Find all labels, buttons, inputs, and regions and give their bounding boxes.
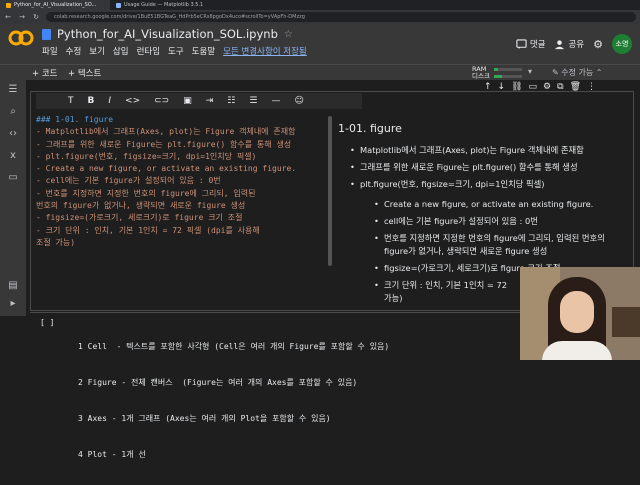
code-line: 2 Figure - 전체 캔버스 (Figure는 여러 개의 Axes를 포… [78,378,358,387]
editor-line: - 번호를 지정하면 지정한 번호의 figure에 그리되, 입력된 [36,188,256,198]
forward-icon[interactable]: → [18,13,26,21]
preview-sub-bullet: 번호를 지정하면 지정한 번호의 figure에 그리되, 입력된 번호의 fi… [338,232,630,258]
webcam-overlay [520,267,640,360]
editor-line: - Create a new figure, or activate an ex… [36,164,297,174]
reload-icon[interactable]: ↻ [32,13,40,21]
menu-file[interactable]: 파일 [42,45,58,57]
colab-logo-icon [8,30,34,46]
settings-icon[interactable]: ⚙ [593,38,603,51]
preview-bullet: Matplotlib에서 그래프(Axes, plot)는 Figure 객체내… [338,144,630,157]
comment-label: 댓글 [529,40,546,50]
terminal-icon[interactable]: ▤ [7,280,19,292]
webcam-presenter-face [560,291,594,333]
menu-view[interactable]: 보기 [89,45,105,57]
matplotlib-favicon-icon [116,2,121,8]
edit-mode-label: 수정 가능 [561,68,594,77]
browser-tab-matplotlib[interactable]: Usage Guide — Matplotlib 3.5.1 [110,0,220,10]
chevron-up-icon: ⌃ [595,68,603,77]
browser-tab-colab[interactable]: Python_for_AI_Visualization_SO... [0,0,110,10]
comment-button[interactable]: 댓글 [516,38,546,50]
variables-icon[interactable]: x [7,150,19,162]
share-label: 공유 [568,40,585,50]
preview-sub-bullet: Create a new figure, or activate an exis… [338,198,630,211]
menu-tools[interactable]: 도구 [168,45,184,57]
comment-icon [516,38,527,49]
files-icon[interactable]: ▭ [7,172,19,184]
webcam-shelf [612,307,640,337]
ram-bar-fill [494,68,499,71]
notebook-toolbar: + 코드 + 텍스트 RAM 디스크 ▾ ✎ 수정 가능 ⌃ [0,64,640,80]
left-sidebar: ☰ ⌕ ‹› x ▭ ▤ ▸ [0,80,26,316]
resource-dropdown-icon[interactable]: ▾ [528,67,532,76]
preview-bullet: plt.figure(번호, figsize=크기, dpi=1인치당 픽셀) [338,178,630,191]
bulleted-list-icon[interactable]: ☰ [249,96,257,106]
markdown-toolbar: T B I <> ⊂⊃ ▣ ⇥ ☷ ☰ — ☺ [36,93,362,109]
editor-scrollbar[interactable] [328,116,332,266]
editor-line: 조절 가능) [36,237,76,247]
share-person-icon [555,39,565,49]
toc-icon[interactable]: ☰ [7,84,19,96]
image-icon[interactable]: ▣ [183,96,192,106]
code-lines: 1 Cell - 텍스트를 포함한 사각형 (Cell은 여러 개의 Figur… [78,317,389,485]
console-icon[interactable]: ▸ [7,298,19,310]
editor-line: - cell에는 기본 figure가 설정되어 있음 : 0번 [36,176,221,186]
editor-line: - plt.figure(번호, figsize=크기, dpi=1인치당 픽셀… [36,151,257,161]
preview-bullet: 그래프를 위한 새로운 Figure는 plt.figure() 함수를 통해 … [338,161,630,174]
preview-sub-bullet: cell에는 기본 figure가 설정되어 있음 : 0번 [338,215,630,228]
ram-bar [494,68,522,71]
browser-tab-label: Python_for_AI_Visualization_SO... [14,2,97,8]
share-button[interactable]: 공유 [554,38,584,50]
bold-icon[interactable]: B [88,96,95,106]
drive-file-icon [42,28,51,40]
menu-help[interactable]: 도움말 [192,45,215,57]
editor-line: - figsize=(가로크기, 세로크기)로 figure 크기 조절 [36,213,243,223]
editor-line: 번호의 figure가 없거나, 생략되면 새로운 figure 생성 [36,201,246,211]
save-status-link[interactable]: 모든 변경사항이 저장됨 [223,45,307,57]
italic-icon[interactable]: I [108,96,111,106]
code-line: 1 Cell - 텍스트를 포함한 사각형 (Cell은 여러 개의 Figur… [78,342,390,351]
menu-edit[interactable]: 수정 [66,45,82,57]
code-icon[interactable]: <> [125,96,140,106]
editor-line: - 그래프를 위한 새로운 Figure는 plt.figure() 함수를 통… [36,139,292,149]
code-snippet-icon[interactable]: ‹› [7,128,19,140]
numbered-list-icon[interactable]: ☷ [227,96,235,106]
add-text-button[interactable]: + 텍스트 [68,67,101,79]
edit-mode-button[interactable]: ✎ 수정 가능 ⌃ [552,67,602,78]
avatar[interactable]: 소영 [612,34,632,54]
url-field[interactable]: colab.research.google.com/drive/1BuE51BG… [46,12,636,22]
address-bar: ← → ↻ colab.research.google.com/drive/1B… [0,10,640,24]
link-insert-icon[interactable]: ⊂⊃ [154,96,169,106]
back-icon[interactable]: ← [4,13,12,21]
browser-tab-label: Usage Guide — Matplotlib 3.5.1 [124,2,204,8]
disk-label: 디스크 [472,72,490,80]
code-line: 4 Plot - 1개 선 [78,450,146,459]
disk-bar [494,75,522,78]
preview-heading: 1-01. figure [338,122,402,135]
add-code-button[interactable]: + 코드 [32,67,57,79]
browser-tab-strip: Python_for_AI_Visualization_SO... Usage … [0,0,640,10]
pencil-icon: ✎ [552,68,559,77]
menu-insert[interactable]: 삽입 [113,45,129,57]
search-icon[interactable]: ⌕ [7,106,19,118]
horizontal-rule-icon[interactable]: — [271,96,280,106]
editor-line: - 크기 단위 : 인치, 기본 1인치 = 72 픽셀 (dpi를 사용해 [36,225,260,235]
menu-bar: 파일 수정 보기 삽입 런타임 도구 도움말 모든 변경사항이 저장됨 [42,45,307,57]
editor-line: ### 1-01. figure [36,115,114,124]
star-icon[interactable]: ☆ [284,29,293,40]
disk-bar-fill [494,75,503,78]
markdown-editor[interactable]: ### 1-01. figure - Matplotlib에서 그래프(Axes… [36,114,330,249]
indent-icon[interactable]: ⇥ [206,96,214,106]
menu-runtime[interactable]: 런타임 [137,45,160,57]
notebook-title[interactable]: Python_for_AI_Visualization_SOL.ipynb [57,27,278,41]
colab-favicon-icon [6,2,11,8]
heading-icon[interactable]: T [68,96,74,106]
editor-line: - Matplotlib에서 그래프(Axes, plot)는 Figure 객… [36,127,296,137]
resource-labels[interactable]: RAM 디스크 [472,66,490,80]
code-line: 3 Axes - 1개 그래프 (Axes는 여러 개의 Plot을 포함할 수… [78,414,331,423]
colab-header: Python_for_AI_Visualization_SOL.ipynb ☆ … [0,24,640,64]
emoji-icon[interactable]: ☺ [294,96,303,106]
run-cell-button[interactable]: [ ] [40,317,54,329]
webcam-presenter-body [542,341,612,360]
